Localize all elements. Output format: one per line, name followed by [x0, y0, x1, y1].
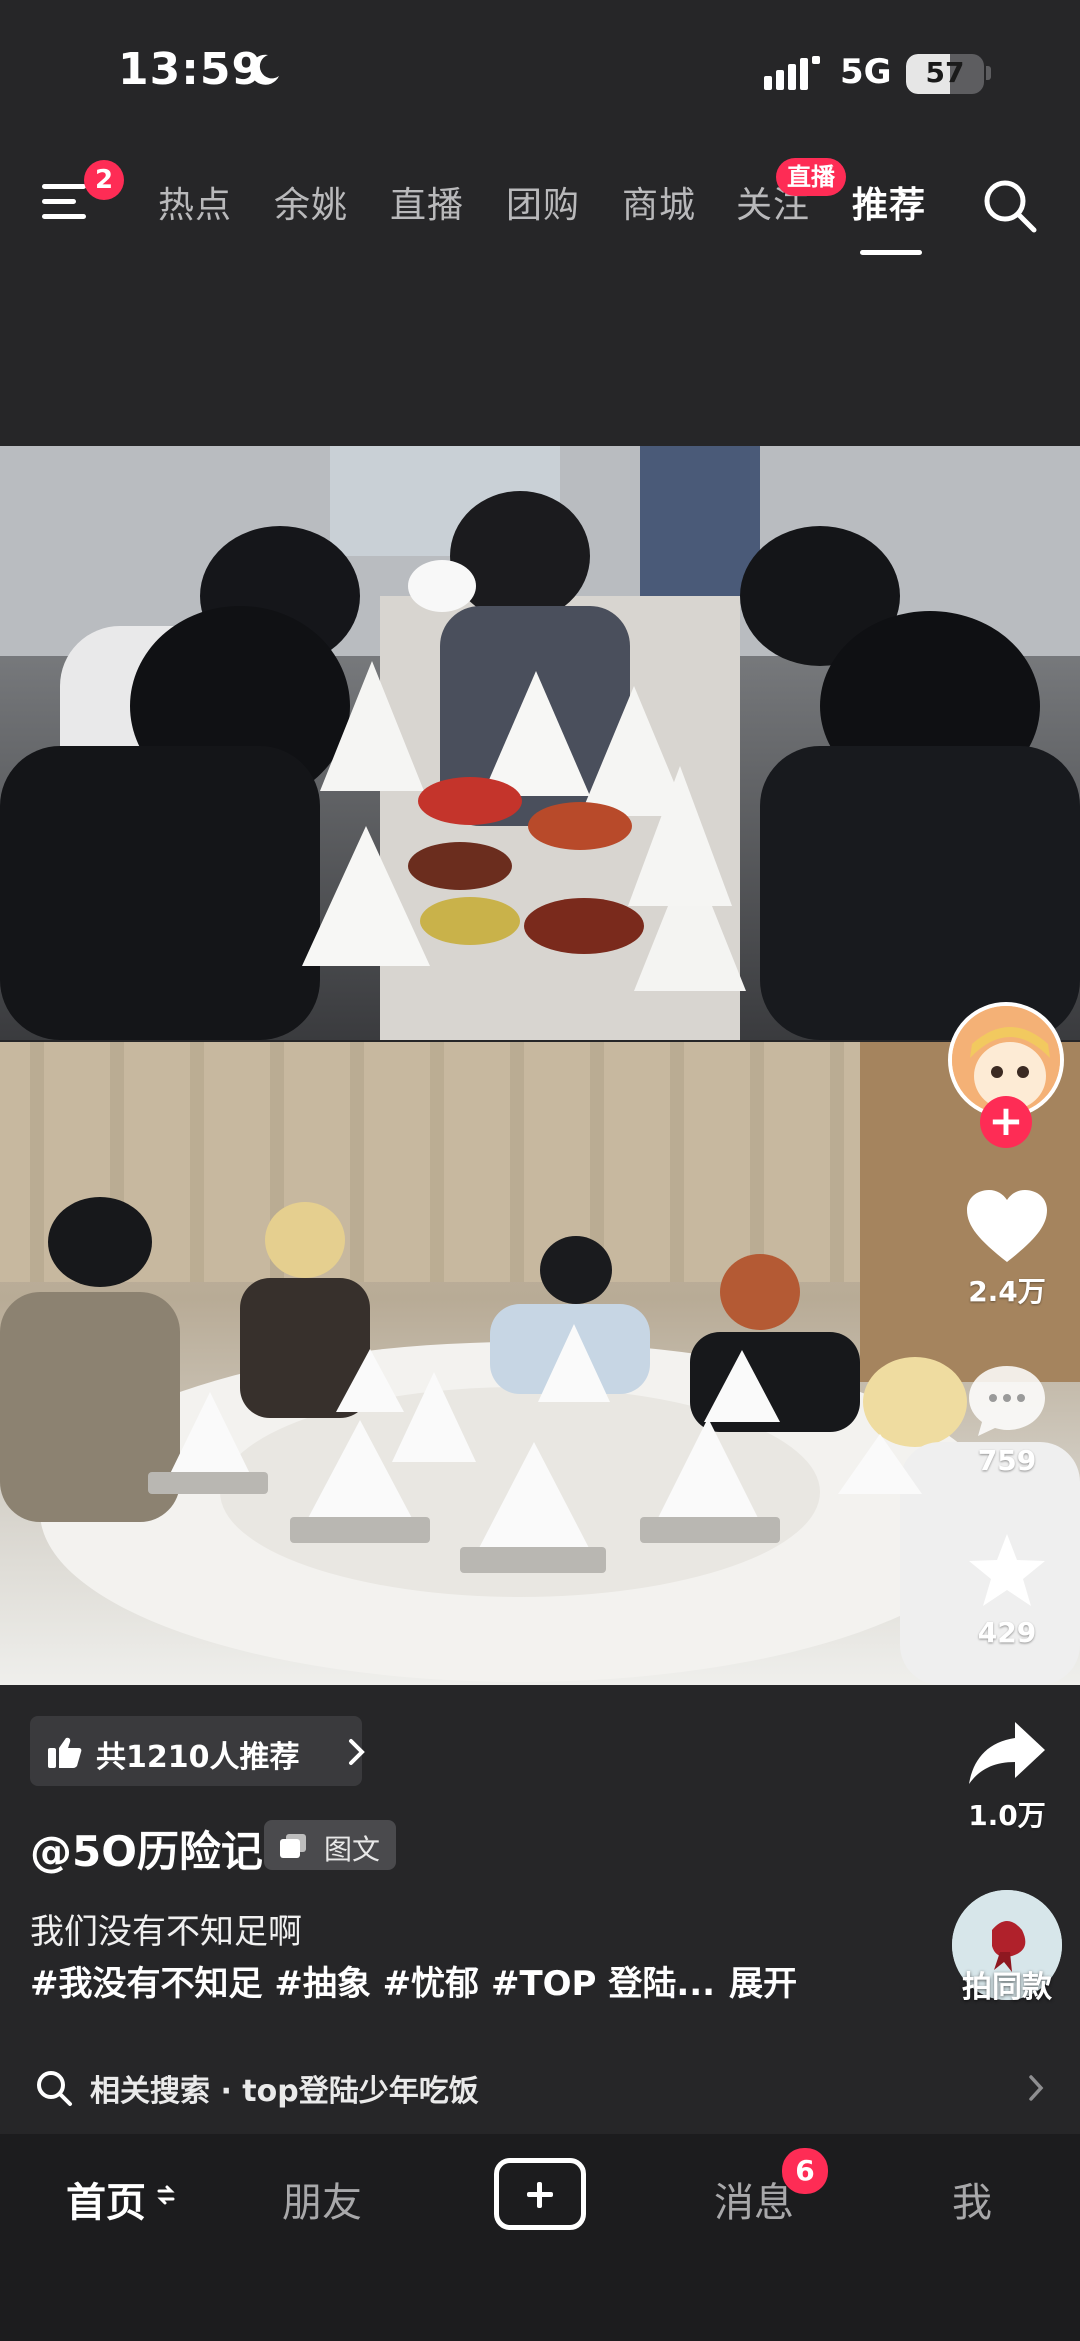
like-count: 2.4万	[968, 1275, 1046, 1308]
related-search-label: 相关搜索 · top登陆少年吃饭	[90, 2074, 479, 2109]
comment-count: 759	[977, 1444, 1037, 1477]
bottom-nav: 首页 朋友 消息 6 我	[0, 2134, 1080, 2341]
plus-icon-vertical	[537, 2182, 542, 2208]
thumbs-up-icon	[48, 1737, 82, 1768]
post-description: 我们没有不知足啊	[30, 1912, 302, 1952]
tab-mall[interactable]: 商城	[622, 176, 696, 228]
share-icon	[969, 1722, 1045, 1784]
messages-badge: 6	[782, 2148, 828, 2194]
tab-recommended[interactable]: 推荐	[852, 176, 926, 228]
nav-messages[interactable]: 消息	[714, 2170, 794, 2228]
menu-badge: 2	[84, 160, 124, 200]
follow-plus-button[interactable]: +	[980, 1096, 1032, 1148]
share-button[interactable]: 1.0万	[942, 1718, 1072, 1834]
like-button[interactable]: 2.4万	[942, 1188, 1072, 1310]
battery-level: 57	[925, 56, 965, 89]
post-type-label: 图文	[324, 1833, 381, 1866]
network-type: 5G	[840, 52, 892, 92]
moon-icon	[250, 54, 279, 85]
favorite-count: 429	[977, 1616, 1037, 1649]
favorite-button[interactable]: 429	[942, 1530, 1072, 1649]
star-icon	[969, 1534, 1045, 1606]
chevron-right-icon	[349, 1739, 365, 1765]
search-icon[interactable]	[980, 176, 1040, 236]
tab-live[interactable]: 直播	[390, 176, 464, 228]
nav-friends[interactable]: 朋友	[282, 2170, 362, 2228]
recommend-chip[interactable]: 共1210人推荐	[30, 1716, 365, 1786]
active-tab-indicator	[860, 250, 922, 255]
same-style-label[interactable]: 拍同款	[940, 1962, 1074, 2006]
screen: 13:59 5G 57 2 热点 余姚 直播 团购 商城 关注 直播 推荐 + …	[0, 0, 1080, 2341]
nav-home[interactable]: 首页	[66, 2170, 146, 2228]
tab-hot[interactable]: 热点	[158, 176, 232, 228]
search-icon	[37, 2071, 72, 2106]
comment-button[interactable]: 759	[942, 1362, 1072, 1477]
photo-group-eating-hallway	[0, 446, 1080, 1040]
battery-indicator: 57	[906, 54, 984, 94]
refresh-icon[interactable]	[156, 2180, 176, 2210]
live-badge: 直播	[776, 158, 846, 196]
gallery-icon	[280, 1834, 306, 1858]
post-image-bottom[interactable]	[0, 1042, 1080, 1685]
hashtag-line: #我没有不知足 #抽象 #忧郁 #TOP 登陆... 展开	[30, 1956, 797, 2005]
recommend-count: 共1210人推荐	[96, 1740, 300, 1775]
clock: 13:59	[118, 44, 264, 95]
post-type-tag: 图文	[264, 1820, 396, 1870]
top-nav: 2 热点 余姚 直播 团购 商城 关注 直播 推荐	[0, 150, 1080, 260]
share-count: 1.0万	[968, 1799, 1046, 1832]
status-bar: 13:59 5G 57	[0, 0, 1080, 140]
author-name[interactable]: @5O历险记	[30, 1818, 263, 1879]
chevron-right-icon	[1029, 2075, 1044, 2101]
battery-tip	[986, 66, 991, 80]
comment-icon	[969, 1366, 1045, 1436]
nav-me[interactable]: 我	[952, 2170, 992, 2228]
hashtags[interactable]: #我没有不知足 #抽象 #忧郁 #TOP 登陆...	[30, 1964, 715, 2004]
tab-local[interactable]: 余姚	[274, 176, 348, 228]
tab-group-buy[interactable]: 团购	[506, 176, 580, 228]
related-search-bar[interactable]: 相关搜索 · top登陆少年吃饭	[0, 2046, 1080, 2130]
photo-group-round-table	[0, 1042, 1080, 1685]
post-image-top[interactable]	[0, 446, 1080, 1040]
heart-icon	[967, 1190, 1047, 1262]
create-post-button[interactable]	[494, 2158, 586, 2230]
signal-icon	[764, 56, 820, 90]
expand-button[interactable]: 展开	[729, 1964, 797, 2004]
